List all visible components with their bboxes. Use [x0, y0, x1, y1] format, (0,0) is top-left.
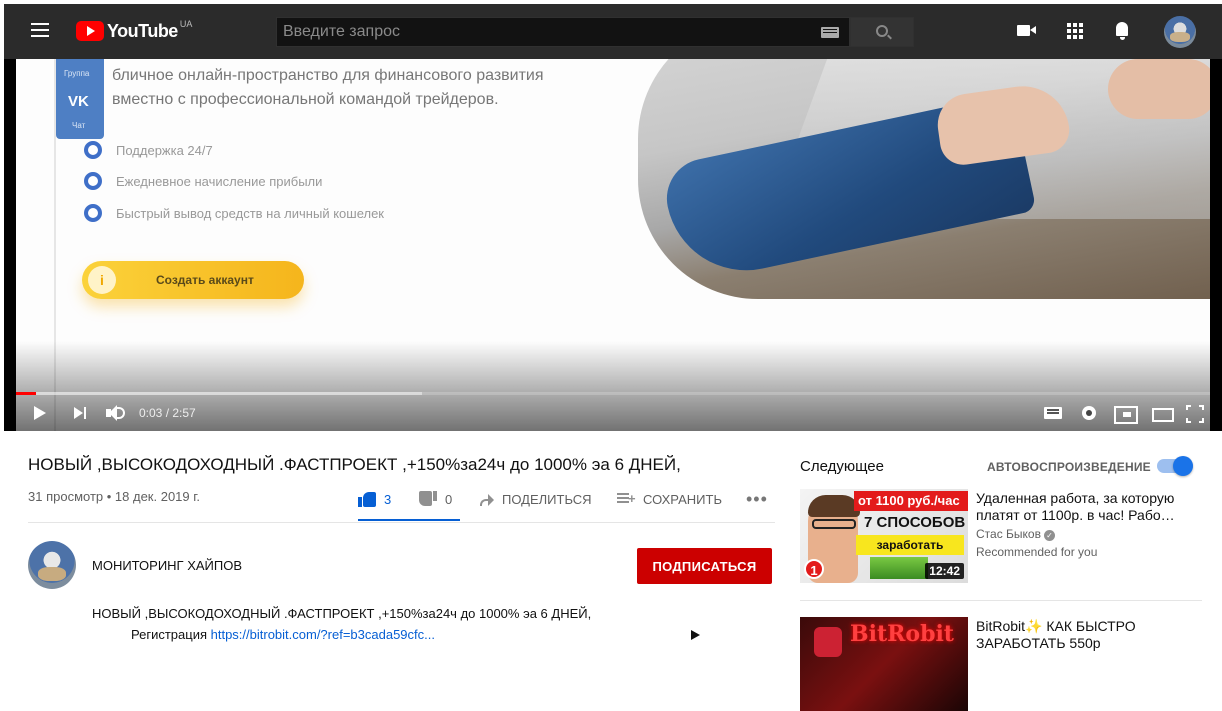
video-thumbnail[interactable]: BitRobit: [800, 617, 968, 711]
masthead: YouTube UA: [4, 4, 1222, 59]
slide-cta-label: Создать аккаунт: [156, 273, 254, 287]
playlist-add-icon: [617, 491, 636, 506]
logo-text: YouTube: [107, 20, 178, 41]
laptop-photo: [638, 59, 1210, 299]
progress-bar[interactable]: [16, 392, 1210, 395]
video-thumbnail[interactable]: от 1100 руб./час 7 СПОСОБОВ заработать 1…: [800, 489, 968, 583]
recommended-channel: Стас Быков ✓: [976, 527, 1055, 541]
save-button[interactable]: СОХРАНИТЬ: [617, 488, 722, 510]
search-box: [276, 17, 850, 47]
hand-shape: [1108, 59, 1210, 119]
keyboard-icon[interactable]: [821, 27, 839, 38]
thumb-brand: BitRobit: [850, 621, 954, 647]
video-title: НОВЫЙ ,ВЫСОКОДОХОДНЫЙ .ФАСТПРОЕКТ ,+150%…: [28, 455, 681, 474]
vk-widget: Группа VK Чат: [56, 59, 104, 139]
autoplay-label: АВТОВОСПРОИЗВЕДЕНИЕ: [987, 460, 1151, 474]
dislike-button[interactable]: 0: [419, 488, 452, 510]
bullet-icon: [84, 172, 102, 190]
video-duration: 12:42: [925, 563, 964, 579]
recommended-video[interactable]: от 1100 руб./час 7 СПОСОБОВ заработать 1…: [800, 489, 1202, 583]
slide-feature: Поддержка 24/7: [116, 143, 213, 158]
play-icon[interactable]: [32, 401, 50, 425]
theater-mode-icon[interactable]: [1152, 401, 1174, 425]
channel-avatar[interactable]: [28, 541, 76, 589]
slide-create-account-button: i Создать аккаунт: [82, 261, 304, 299]
miniplayer-icon[interactable]: [1114, 401, 1138, 425]
description-line: Регистрация https://bitrobit.com/?ref=b3…: [131, 627, 435, 642]
info-icon: i: [88, 266, 116, 294]
search-input[interactable]: [277, 18, 797, 46]
money-icon: [870, 557, 928, 579]
thumb-text: 7 СПОСОБОВ: [864, 514, 966, 531]
video-player[interactable]: Группа VK Чат бличное онлайн-пространств…: [4, 59, 1222, 431]
verified-check-icon: ✓: [1043, 530, 1055, 541]
vk-chat-label: Чат: [72, 121, 86, 130]
vk-group-label: Группа: [64, 69, 90, 78]
thumb-number: 1: [804, 559, 824, 579]
more-actions-icon[interactable]: •••: [746, 488, 768, 510]
youtube-logo[interactable]: YouTube UA: [76, 19, 193, 42]
thumb-text: заработать: [856, 535, 964, 555]
person-hair: [808, 495, 860, 517]
save-label: СОХРАНИТЬ: [643, 491, 722, 507]
description-prefix: Регистрация: [131, 627, 211, 642]
recommended-reason: Recommended for you: [976, 545, 1098, 559]
next-video-icon[interactable]: [74, 401, 90, 425]
share-label: ПОДЕЛИТЬСЯ: [502, 491, 592, 507]
cursor-arrow-icon: [691, 630, 700, 640]
sentiment-bar: [358, 519, 460, 521]
description-line: НОВЫЙ ,ВЫСОКОДОХОДНЫЙ .ФАСТПРОЕКТ ,+150%…: [92, 606, 592, 621]
divider: [28, 522, 775, 523]
recommended-title[interactable]: Удаленная работа, за которую платят от 1…: [976, 490, 1196, 524]
progress-played: [16, 392, 37, 395]
channel-name-text: Стас Быков: [976, 527, 1041, 541]
notifications-bell-icon[interactable]: [1112, 20, 1134, 42]
fullscreen-icon[interactable]: [1186, 401, 1204, 425]
hamburger-menu-icon[interactable]: [31, 23, 49, 37]
slide-feature: Ежедневное начисление прибыли: [116, 174, 323, 189]
dislike-count: 0: [445, 491, 453, 507]
search-button[interactable]: [850, 17, 914, 47]
video-meta: 31 просмотр • 18 дек. 2019 г.: [28, 489, 201, 504]
thumb-badge: от 1100 руб./час: [854, 491, 968, 511]
thumbs-down-icon: [419, 491, 437, 507]
divider: [800, 600, 1202, 601]
description-link[interactable]: https://bitrobit.com/?ref=b3cada59cfc...: [211, 627, 435, 642]
vk-logo-icon: VK: [68, 93, 89, 110]
settings-gear-icon[interactable]: [1080, 401, 1098, 425]
like-button[interactable]: 3: [358, 488, 391, 510]
progress-loaded: [16, 392, 422, 395]
youtube-play-icon: [76, 21, 104, 41]
bullet-icon: [84, 204, 102, 222]
apps-grid-icon[interactable]: [1064, 20, 1086, 42]
slide-feature: Быстрый вывод средств на личный кошелек: [116, 206, 384, 221]
recommended-title[interactable]: BitRobit✨ КАК БЫСТРО ЗАРАБОТАТЬ 550р: [976, 618, 1196, 652]
share-button[interactable]: ПОДЕЛИТЬСЯ: [478, 488, 591, 510]
up-next-heading: Следующее: [800, 458, 884, 475]
share-icon: [478, 492, 494, 506]
time-display: 0:03 / 2:57: [139, 406, 196, 420]
create-video-icon[interactable]: [1016, 20, 1038, 42]
like-count: 3: [384, 491, 392, 507]
subtitles-icon[interactable]: [1044, 401, 1062, 425]
bullet-icon: [84, 141, 102, 159]
logo-country: UA: [179, 19, 193, 29]
glasses-shape: [812, 519, 856, 529]
autoplay-toggle[interactable]: [1157, 456, 1193, 476]
account-avatar[interactable]: [1164, 16, 1196, 48]
recommended-video[interactable]: BitRobit BitRobit✨ КАК БЫСТРО ЗАРАБОТАТЬ…: [800, 617, 1202, 711]
thumbs-up-icon: [358, 491, 376, 507]
subscribe-button[interactable]: ПОДПИСАТЬСЯ: [637, 548, 772, 584]
slide-text-line2: вместно с профессиональной командой трей…: [112, 91, 499, 108]
slide-text-line1: бличное онлайн-пространство для финансов…: [112, 67, 544, 84]
channel-name[interactable]: МОНИТОРИНГ ХАЙПОВ: [92, 558, 242, 573]
figure-shape: [814, 627, 842, 657]
